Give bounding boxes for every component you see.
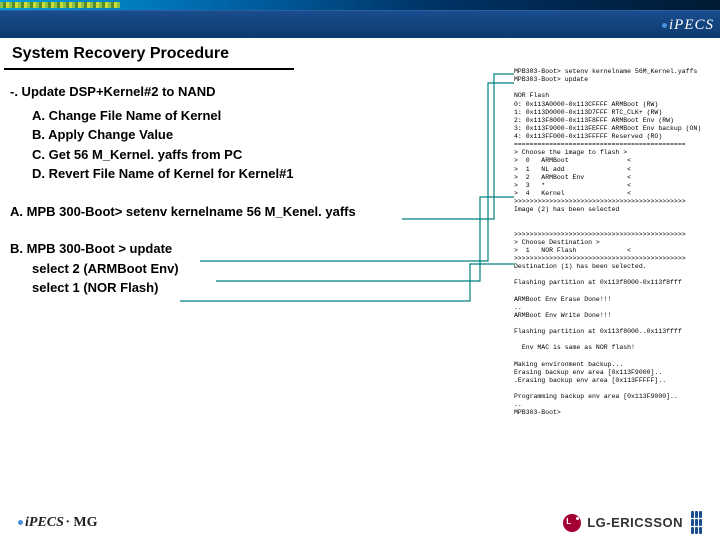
substep-c: C. Get 56 M_Kernel. yaffs from PC xyxy=(32,145,420,165)
brand-dot-icon xyxy=(662,23,667,28)
command-b-select1: select 1 (NOR Flash) xyxy=(32,278,420,298)
command-b-select2: select 2 (ARMBoot Env) xyxy=(32,259,420,279)
brand-text: iPECS xyxy=(669,17,714,34)
terminal-output: MPB303-Boot> setenv kernelname 56M_Kerne… xyxy=(514,68,716,417)
command-a: A. MPB 300-Boot> setenv kernelname 56 M_… xyxy=(10,202,420,222)
substep-b: B. Apply Change Value xyxy=(32,125,420,145)
step-heading: -. Update DSP+Kernel#2 to NAND xyxy=(10,82,420,102)
dot-separator: · xyxy=(66,515,70,531)
brand-logo-top: iPECS xyxy=(662,17,714,34)
brand-dot-icon xyxy=(18,520,23,525)
footer-brand-right: LG-ERICSSON xyxy=(563,511,702,534)
top-decor-strip xyxy=(0,0,720,10)
footer-brand-mg: MG xyxy=(73,515,97,531)
footer-brand-text: iPECS xyxy=(25,515,64,531)
ericsson-bars-icon xyxy=(691,511,702,534)
footer: iPECS · MG LG-ERICSSON xyxy=(0,511,720,534)
page-title: System Recovery Procedure xyxy=(12,45,229,63)
command-b-head: B. MPB 300-Boot > update xyxy=(10,239,420,259)
lg-ericsson-text: LG-ERICSSON xyxy=(587,515,683,530)
substep-a: A. Change File Name of Kernel xyxy=(32,106,420,126)
lg-logo-icon xyxy=(563,514,581,532)
title-bar: System Recovery Procedure xyxy=(4,40,294,70)
substep-d: D. Revert File Name of Kernel for Kernel… xyxy=(32,164,420,184)
header-bar: iPECS xyxy=(0,10,720,38)
footer-brand-left: iPECS · MG xyxy=(18,515,98,531)
